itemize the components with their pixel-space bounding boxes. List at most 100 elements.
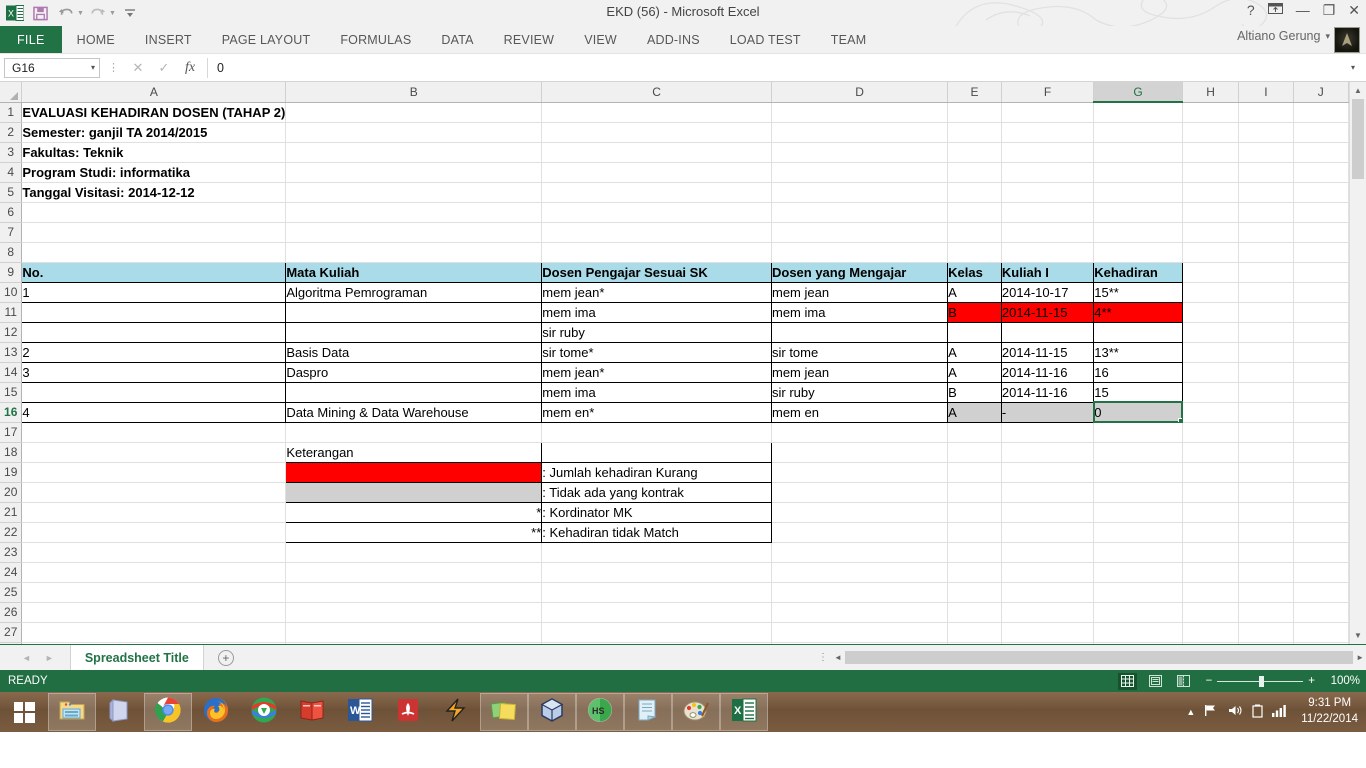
- cell-J16[interactable]: [1293, 402, 1349, 423]
- zoom-level-label[interactable]: 100%: [1324, 675, 1360, 687]
- cell-A10[interactable]: 1: [21, 281, 287, 303]
- cell-A4[interactable]: Program Studi: informatika: [21, 162, 287, 183]
- cell-A15[interactable]: [21, 381, 287, 403]
- cell-H5[interactable]: [1182, 182, 1240, 203]
- cell-H8[interactable]: [1182, 242, 1240, 263]
- column-header-c[interactable]: C: [541, 82, 772, 103]
- horizontal-split-handle[interactable]: ⋮: [818, 652, 828, 663]
- cell-B7[interactable]: [285, 222, 543, 243]
- cell-E14[interactable]: A: [947, 361, 1002, 383]
- cell-E26[interactable]: [947, 602, 1002, 623]
- cell-H3[interactable]: [1182, 142, 1240, 163]
- cell-G7[interactable]: [1093, 222, 1183, 243]
- cell-B15[interactable]: [285, 381, 543, 403]
- tab-page-layout[interactable]: PAGE LAYOUT: [207, 26, 326, 53]
- cell-G3[interactable]: [1093, 142, 1183, 163]
- cell-C18[interactable]: [541, 441, 772, 463]
- cell-I4[interactable]: [1238, 162, 1294, 183]
- cell-E8[interactable]: [947, 242, 1002, 263]
- cell-I17[interactable]: [1238, 422, 1294, 443]
- cell-E15[interactable]: B: [947, 381, 1002, 403]
- next-sheet-icon[interactable]: ►: [45, 653, 54, 663]
- cell-B8[interactable]: [285, 242, 543, 263]
- cell-J11[interactable]: [1293, 302, 1349, 323]
- help-icon[interactable]: ?: [1247, 3, 1255, 17]
- scroll-left-arrow-icon[interactable]: ◄: [834, 649, 842, 666]
- redo-icon[interactable]: [86, 2, 110, 24]
- column-header-i[interactable]: I: [1238, 82, 1294, 103]
- chevron-down-icon[interactable]: ▾: [91, 63, 95, 72]
- cell-I11[interactable]: [1238, 302, 1294, 323]
- cell-A5[interactable]: Tanggal Visitasi: 2014-12-12: [21, 182, 287, 203]
- row-header-13[interactable]: 13: [0, 342, 23, 363]
- cell-C12[interactable]: sir ruby: [541, 321, 772, 343]
- cell-H7[interactable]: [1182, 222, 1240, 243]
- cell-J13[interactable]: [1293, 342, 1349, 363]
- cell-G23[interactable]: [1093, 542, 1183, 563]
- cell-D14[interactable]: mem jean: [770, 361, 949, 383]
- cell-G27[interactable]: [1093, 622, 1183, 643]
- cell-J26[interactable]: [1293, 602, 1349, 623]
- column-header-j[interactable]: J: [1293, 82, 1349, 103]
- cell-E7[interactable]: [947, 222, 1002, 243]
- cell-I21[interactable]: [1238, 502, 1294, 523]
- row-header-1[interactable]: 1: [0, 102, 23, 123]
- cell-C20[interactable]: : Tidak ada yang kontrak: [541, 481, 772, 503]
- column-header-h[interactable]: H: [1182, 82, 1240, 103]
- cell-E25[interactable]: [947, 582, 1002, 603]
- volume-icon[interactable]: [1228, 704, 1243, 720]
- row-header-26[interactable]: 26: [0, 602, 23, 623]
- taskbar-item-ebook-reader[interactable]: [288, 693, 336, 731]
- row-header-10[interactable]: 10: [0, 282, 23, 303]
- cell-B2[interactable]: [285, 122, 543, 143]
- vertical-scrollbar[interactable]: ▲ ▼: [1349, 82, 1366, 644]
- cell-D1[interactable]: [771, 102, 949, 123]
- cell-D13[interactable]: sir tome: [770, 341, 949, 363]
- cell-J14[interactable]: [1293, 362, 1349, 383]
- cell-J22[interactable]: [1293, 522, 1349, 543]
- row-header-27[interactable]: 27: [0, 622, 23, 643]
- cell-C21[interactable]: : Kordinator MK: [541, 501, 772, 523]
- cell-E6[interactable]: [947, 202, 1002, 223]
- taskbar-item-microsoft-word[interactable]: W: [336, 693, 384, 731]
- cell-F22[interactable]: [1001, 522, 1095, 543]
- column-header-b[interactable]: B: [285, 82, 543, 103]
- cell-H1[interactable]: [1182, 102, 1240, 123]
- cell-F1[interactable]: [1001, 102, 1095, 123]
- cell-H26[interactable]: [1182, 602, 1240, 623]
- cell-G26[interactable]: [1093, 602, 1183, 623]
- cell-C27[interactable]: [541, 622, 772, 643]
- cell-F23[interactable]: [1001, 542, 1095, 563]
- cell-G17[interactable]: [1093, 422, 1183, 443]
- row-header-5[interactable]: 5: [0, 182, 23, 203]
- cell-I1[interactable]: [1238, 102, 1294, 123]
- taskbar-item-adobe-acrobat[interactable]: [384, 693, 432, 731]
- column-header-f[interactable]: F: [1001, 82, 1095, 103]
- tab-file[interactable]: FILE: [0, 26, 62, 53]
- row-header-16[interactable]: 16: [0, 402, 23, 423]
- cell-B1[interactable]: [285, 102, 543, 123]
- cell-E19[interactable]: [947, 462, 1002, 483]
- horizontal-scroll-thumb[interactable]: [844, 651, 1354, 664]
- cell-J21[interactable]: [1293, 502, 1349, 523]
- cell-G12[interactable]: [1093, 321, 1183, 343]
- cell-E27[interactable]: [947, 622, 1002, 643]
- zoom-out-button[interactable]: −: [1206, 675, 1213, 687]
- cell-F8[interactable]: [1001, 242, 1095, 263]
- cell-I3[interactable]: [1238, 142, 1294, 163]
- cell-H24[interactable]: [1182, 562, 1240, 583]
- cell-J15[interactable]: [1293, 382, 1349, 403]
- taskbar-item-sticky-notes[interactable]: [480, 693, 528, 731]
- cell-I19[interactable]: [1238, 462, 1294, 483]
- cell-A24[interactable]: [21, 562, 287, 583]
- cell-F12[interactable]: [1000, 321, 1095, 343]
- cell-A27[interactable]: [21, 622, 287, 643]
- cell-G13[interactable]: 13**: [1093, 341, 1183, 363]
- row-header-19[interactable]: 19: [0, 462, 23, 483]
- tab-data[interactable]: DATA: [426, 26, 488, 53]
- cell-E10[interactable]: A: [947, 281, 1002, 303]
- cell-G18[interactable]: [1093, 442, 1183, 463]
- column-header-g[interactable]: G: [1093, 82, 1183, 103]
- cell-D26[interactable]: [771, 602, 949, 623]
- start-button[interactable]: [0, 692, 48, 732]
